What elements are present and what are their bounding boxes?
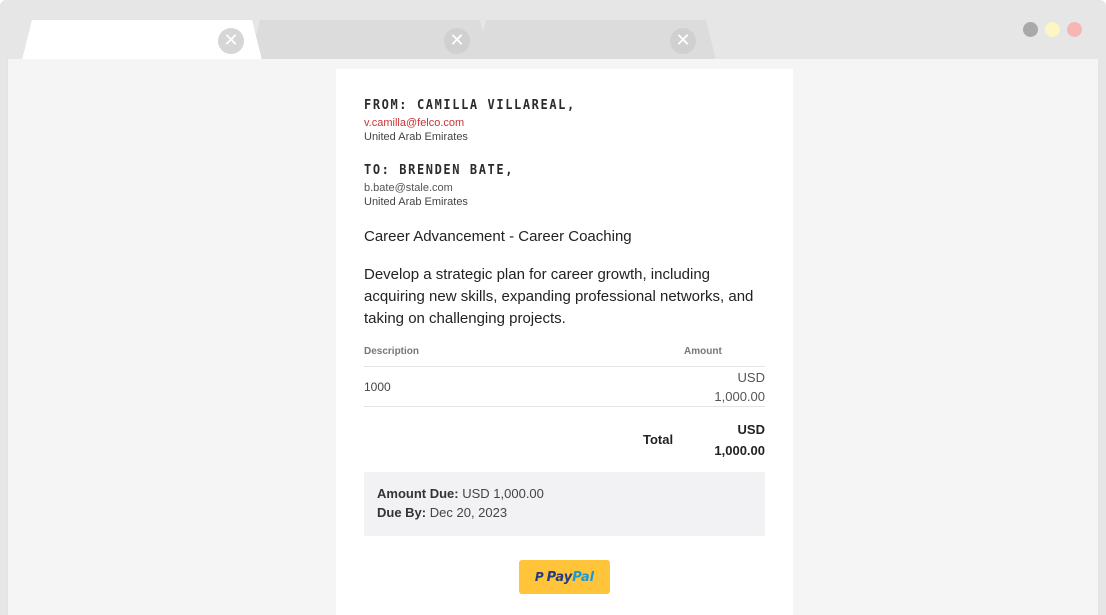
browser-tab-1[interactable]: ✕	[22, 20, 262, 60]
due-date-line: Due By: Dec 20, 2023	[377, 503, 752, 522]
service-title: Career Advancement - Career Coaching	[364, 228, 632, 245]
column-header-amount: Amount	[684, 346, 722, 357]
recipient-country: United Arab Emirates	[364, 196, 468, 208]
browser-window: ✕ ✕ ✕ FROM: CAMILLA VILLAREAL, v.camilla…	[0, 0, 1106, 615]
paypal-pal-text: Pal	[572, 569, 595, 585]
amount-due-box: Amount Due: USD 1,000.00 Due By: Dec 20,…	[364, 472, 765, 536]
browser-tab-2[interactable]: ✕	[250, 20, 490, 60]
maximize-button[interactable]	[1045, 22, 1060, 37]
total-amount: USD 1,000.00	[685, 419, 765, 461]
sender-email[interactable]: v.camilla@felco.com	[364, 117, 576, 129]
amount-due-value: USD 1,000.00	[462, 486, 544, 501]
table-divider	[364, 366, 765, 367]
close-window-button[interactable]	[1067, 22, 1082, 37]
page-viewport: FROM: CAMILLA VILLAREAL, v.camilla@felco…	[7, 59, 1099, 615]
due-date-label: Due By:	[377, 505, 427, 520]
amount-due-line: Amount Due: USD 1,000.00	[377, 484, 752, 503]
paypal-pay-text: Pay	[546, 569, 573, 585]
row-description: 1000	[364, 380, 391, 394]
sender-country: United Arab Emirates	[364, 131, 468, 143]
paypal-button[interactable]: P PayPal	[519, 560, 610, 594]
browser-tab-3[interactable]: ✕	[476, 20, 716, 60]
total-value: 1,000.00	[714, 443, 765, 458]
row-amount-value: 1,000.00	[714, 389, 765, 404]
recipient-name: TO: BRENDEN BATE,	[364, 162, 515, 178]
amount-due-label: Amount Due:	[377, 486, 459, 501]
sender-name: FROM: CAMILLA VILLAREAL,	[364, 97, 576, 113]
close-icon[interactable]: ✕	[444, 28, 470, 54]
table-divider	[364, 406, 765, 407]
sender-block: FROM: CAMILLA VILLAREAL, v.camilla@felco…	[364, 97, 576, 143]
total-currency: USD	[737, 422, 765, 437]
window-controls	[1023, 22, 1082, 37]
recipient-email: b.bate@stale.com	[364, 182, 453, 194]
due-date-value: Dec 20, 2023	[429, 505, 508, 520]
row-amount-currency: USD	[737, 370, 765, 385]
invoice-card: FROM: CAMILLA VILLAREAL, v.camilla@felco…	[336, 69, 793, 615]
total-label: Total	[643, 432, 674, 447]
close-icon[interactable]: ✕	[218, 28, 244, 54]
service-description: Develop a strategic plan for career grow…	[364, 266, 754, 327]
paypal-wordmark: PayPal	[547, 570, 594, 585]
recipient-block: TO: BRENDEN BATE, b.bate@stale.com Unite…	[364, 162, 514, 208]
minimize-button[interactable]	[1023, 22, 1038, 37]
paypal-logo-icon: P	[534, 570, 544, 584]
close-icon[interactable]: ✕	[670, 28, 696, 54]
column-header-description: Description	[364, 346, 420, 357]
row-amount: USD 1,000.00	[685, 368, 765, 406]
